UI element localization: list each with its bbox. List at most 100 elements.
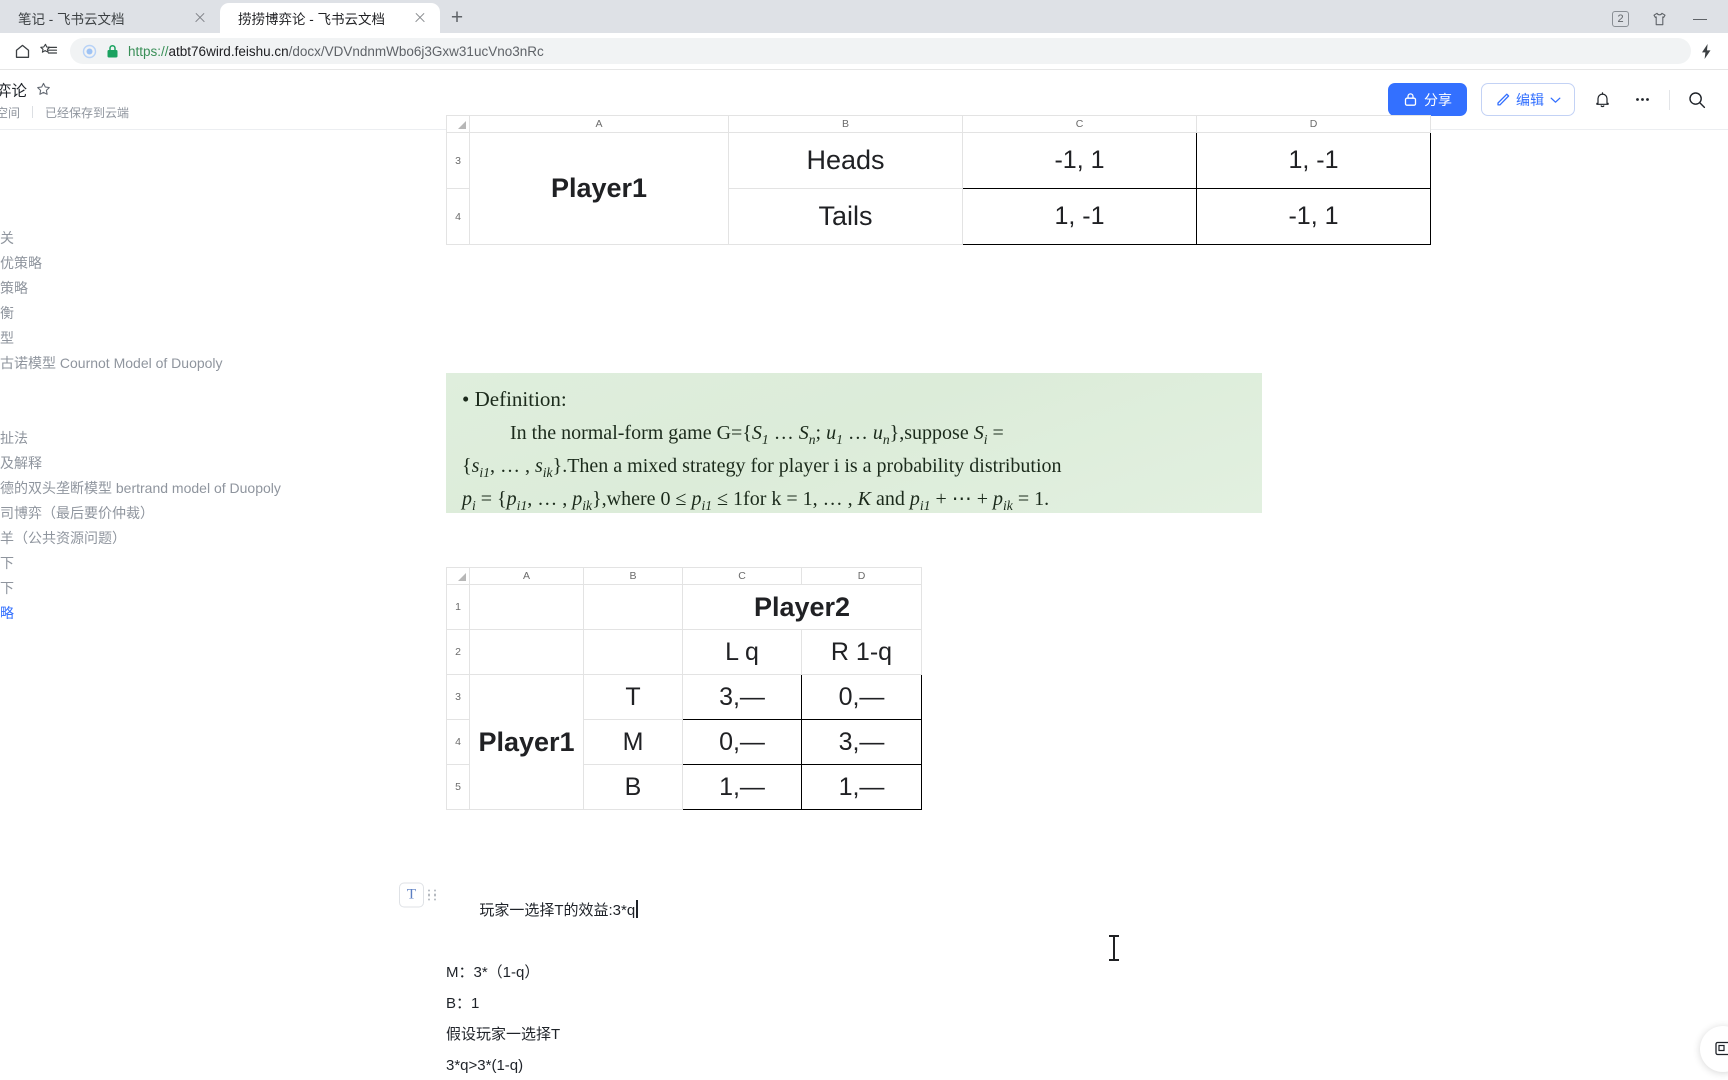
outline-item-14[interactable]: 下 (0, 576, 290, 601)
paragraph-1[interactable]: M：3*（1-q） (446, 957, 1146, 988)
spreadsheet-block-top[interactable]: A B C D 3 Player1 Heads -1, 1 1, -1 4 Ta… (446, 115, 1431, 245)
cell-b2[interactable] (583, 629, 683, 675)
cell-b3[interactable]: T (583, 674, 683, 720)
cell-c4[interactable]: 0,— (682, 719, 802, 765)
outline-item-4[interactable]: 型 (0, 326, 290, 351)
cell-player2-label[interactable]: Player2 (682, 584, 922, 630)
column-header-c[interactable]: C (682, 567, 802, 585)
outline-spacer (0, 401, 290, 426)
cell-b4[interactable]: Tails (728, 188, 963, 245)
home-icon[interactable] (14, 43, 31, 60)
cell-c2[interactable]: L q (682, 629, 802, 675)
tab-count-badge[interactable]: 2 (1612, 11, 1629, 27)
outline-item-15[interactable]: 略 (0, 601, 290, 626)
close-icon[interactable] (412, 10, 428, 26)
tracking-protection-icon[interactable] (82, 44, 97, 59)
def-K: K (857, 488, 871, 510)
url-host: atbt76wird.feishu.cn (168, 43, 289, 59)
row-header-4[interactable]: 4 (446, 188, 470, 245)
cell-d4[interactable]: 3,— (801, 719, 922, 765)
browser-tab-2[interactable]: 捞捞博弈论 - 飞书云文档 (220, 3, 440, 33)
sheet-corner-handle[interactable] (446, 567, 470, 585)
column-header-a[interactable]: A (469, 115, 729, 133)
sheet-corner-handle[interactable] (446, 115, 470, 133)
cell-d2[interactable]: R 1-q (801, 629, 922, 675)
column-header-b[interactable]: B (728, 115, 963, 133)
more-options-button[interactable] (1629, 87, 1655, 113)
share-button[interactable]: 分享 (1388, 83, 1467, 116)
minimize-icon[interactable] (1690, 13, 1712, 25)
outline-item-13[interactable]: 下 (0, 551, 290, 576)
lock-icon[interactable] (106, 44, 119, 59)
column-header-d[interactable]: D (801, 567, 922, 585)
def-Si: S (973, 422, 984, 444)
paragraph-5[interactable]: 3*q>3*(1-q) (446, 1050, 1146, 1080)
browser-tab-1[interactable]: 笔记 - 飞书云文档 (0, 3, 220, 33)
notifications-button[interactable] (1589, 87, 1615, 113)
browser-url-bar: https://atbt76wird.feishu.cn/docx/VDVndn… (0, 33, 1728, 70)
outline-item-12[interactable]: 羊（公共资源问题） (0, 526, 290, 551)
cell-b4[interactable]: M (583, 719, 683, 765)
row-header-5[interactable]: 5 (446, 764, 470, 810)
cell-player1-label[interactable]: Player1 (469, 674, 584, 810)
url-path: /docx/VDVndnmWbo6j3Gxw31ucVno3nRc (288, 43, 544, 59)
outline-item-9[interactable]: 及解释 (0, 451, 290, 476)
def-dots2: … (842, 422, 873, 444)
cell-d3[interactable]: 1, -1 (1196, 132, 1431, 189)
def-l3-f: = 1. (1012, 488, 1050, 510)
cell-b5[interactable]: B (583, 764, 683, 810)
spreadsheet-block-bottom[interactable]: A B C D 1 Player2 2 L q R 1-q 3 Player1 … (446, 567, 922, 810)
outline-spacer (0, 376, 290, 401)
outline-item-11[interactable]: 司博弈（最后要价仲裁） (0, 501, 290, 526)
close-icon[interactable] (192, 10, 208, 26)
paragraph-2[interactable]: B：1 (446, 988, 1146, 1019)
cell-c4[interactable]: 1, -1 (962, 188, 1197, 245)
drag-handle-icon[interactable] (428, 887, 438, 903)
cell-a1[interactable] (469, 584, 584, 630)
outline-item-8[interactable]: 扯法 (0, 426, 290, 451)
row-header-3[interactable]: 3 (446, 132, 470, 189)
row-header-1[interactable]: 1 (446, 584, 470, 630)
row-header-3[interactable]: 3 (446, 674, 470, 720)
cell-d3[interactable]: 0,— (801, 674, 922, 720)
column-header-b[interactable]: B (583, 567, 683, 585)
new-tab-button[interactable]: + (440, 3, 474, 33)
outline-item-2[interactable]: 策略 (0, 276, 290, 301)
def-pi1c: p (909, 488, 920, 510)
document-body: 关 优策略 策略 衡 型 古诺模型 Cournot Model of Duopo… (0, 115, 1728, 1080)
cell-a2[interactable] (469, 629, 584, 675)
cell-d5[interactable]: 1,— (801, 764, 922, 810)
text-block-type-icon[interactable]: T (399, 882, 424, 908)
breadcrumb-space[interactable]: 空间 (0, 104, 20, 121)
outline-item-10[interactable]: 德的双头垄断模型 bertrand model of Duopoly (0, 476, 290, 501)
cell-b3[interactable]: Heads (728, 132, 963, 189)
comment-fab-button[interactable] (1700, 1026, 1728, 1072)
url-input[interactable]: https://atbt76wird.feishu.cn/docx/VDVndn… (70, 38, 1691, 64)
paragraph-4[interactable]: 假设玩家一选择T (446, 1019, 1146, 1050)
reader-flash-icon[interactable] (1699, 43, 1714, 60)
block-handle[interactable]: T (399, 882, 438, 908)
cell-d4[interactable]: -1, 1 (1196, 188, 1431, 245)
column-header-a[interactable]: A (469, 567, 584, 585)
search-button[interactable] (1684, 87, 1710, 113)
cell-c3[interactable]: 3,— (682, 674, 802, 720)
outline-item-5[interactable]: 古诺模型 Cournot Model of Duopoly (0, 351, 290, 376)
wardrobe-icon[interactable] (1651, 12, 1668, 27)
definition-image-block[interactable]: • Definition: In the normal-form game G=… (446, 373, 1262, 513)
column-header-c[interactable]: C (962, 115, 1197, 133)
cell-player1-label[interactable]: Player1 (469, 132, 729, 245)
star-icon[interactable] (36, 82, 51, 97)
cell-b1[interactable] (583, 584, 683, 630)
paragraph-active[interactable]: T 玩家一选择T的效益:3*q (399, 833, 1146, 957)
row-header-2[interactable]: 2 (446, 629, 470, 675)
outline-item-1[interactable]: 优策略 (0, 251, 290, 276)
outline-item-0[interactable]: 关 (0, 226, 290, 251)
bookmark-star-icon[interactable] (39, 43, 58, 60)
row-header-4[interactable]: 4 (446, 719, 470, 765)
cell-c3[interactable]: -1, 1 (962, 132, 1197, 189)
column-header-d[interactable]: D (1196, 115, 1431, 133)
cell-c5[interactable]: 1,— (682, 764, 802, 810)
def-pikc: p (993, 488, 1004, 510)
outline-item-3[interactable]: 衡 (0, 301, 290, 326)
edit-button[interactable]: 编辑 (1481, 83, 1575, 116)
